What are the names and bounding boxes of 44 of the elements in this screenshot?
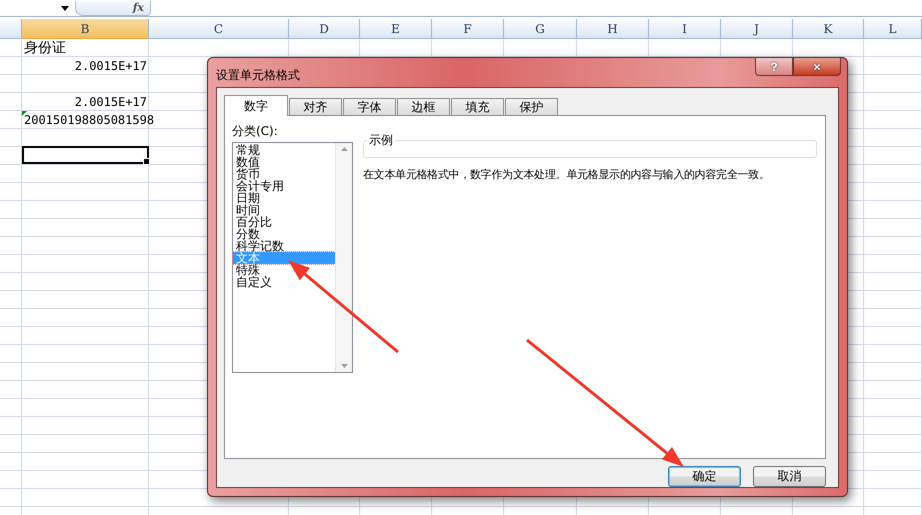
column-header[interactable]: G bbox=[504, 19, 577, 39]
column-header[interactable]: H bbox=[577, 19, 649, 39]
list-item[interactable]: 百分比 bbox=[233, 216, 335, 228]
list-item[interactable]: 日期 bbox=[233, 192, 335, 204]
window-title: 设置单元格格式 bbox=[216, 67, 301, 84]
column-header[interactable]: B bbox=[22, 19, 149, 39]
table-cell-text: 2.0015E+17 bbox=[74, 58, 148, 74]
list-item[interactable]: 数值 bbox=[233, 156, 335, 168]
list-item[interactable]: 时间 bbox=[233, 204, 335, 216]
scroll-up-icon[interactable] bbox=[340, 147, 348, 151]
scroll-down-icon[interactable] bbox=[340, 364, 348, 368]
list-item[interactable]: 分数 bbox=[233, 228, 335, 240]
tab[interactable]: 字体 bbox=[343, 98, 396, 116]
scrollbar[interactable] bbox=[335, 143, 352, 372]
tab[interactable]: 保护 bbox=[505, 98, 558, 116]
column-header[interactable]: I bbox=[649, 19, 721, 39]
description-text: 在文本单元格格式中，数字作为文本处理。单元格显示的内容与输入的内容完全一致。 bbox=[363, 167, 771, 182]
tab[interactable]: 边框 bbox=[397, 98, 450, 116]
column-header[interactable]: E bbox=[360, 19, 432, 39]
category-label: 分类(C): bbox=[232, 123, 279, 140]
ok-button[interactable]: 确定 bbox=[668, 466, 741, 487]
column-header[interactable]: K bbox=[793, 19, 864, 39]
list-item[interactable]: 特殊 bbox=[233, 264, 335, 276]
tab[interactable]: 对齐 bbox=[289, 98, 342, 116]
table-cell-text: 200150198805081598 bbox=[22, 111, 156, 128]
column-header[interactable]: J bbox=[721, 19, 793, 39]
column-header[interactable]: F bbox=[432, 19, 504, 39]
table-cell-text: 2.0015E+17 bbox=[74, 94, 148, 110]
cancel-button[interactable]: 取消 bbox=[753, 466, 826, 487]
dropdown-caret-icon[interactable] bbox=[61, 6, 69, 10]
list-item[interactable]: 常规 bbox=[233, 144, 335, 156]
tab[interactable]: 填充 bbox=[451, 98, 504, 116]
list-item[interactable]: 自定义 bbox=[233, 276, 335, 288]
list-item[interactable]: 会计专用 bbox=[233, 180, 335, 192]
column-header[interactable]: D bbox=[289, 19, 360, 39]
tab[interactable]: 数字 bbox=[224, 95, 288, 116]
list-item[interactable]: 科学记数 bbox=[233, 240, 335, 252]
table-cell-text: 身份证 bbox=[23, 39, 67, 56]
corner-header[interactable] bbox=[0, 19, 22, 39]
column-header[interactable]: L bbox=[864, 19, 922, 39]
list-item[interactable]: 货币 bbox=[233, 168, 335, 180]
column-header[interactable]: C bbox=[149, 19, 289, 39]
sample-label: 示例 bbox=[368, 132, 394, 149]
insert-function-button[interactable]: fx bbox=[75, 0, 151, 16]
